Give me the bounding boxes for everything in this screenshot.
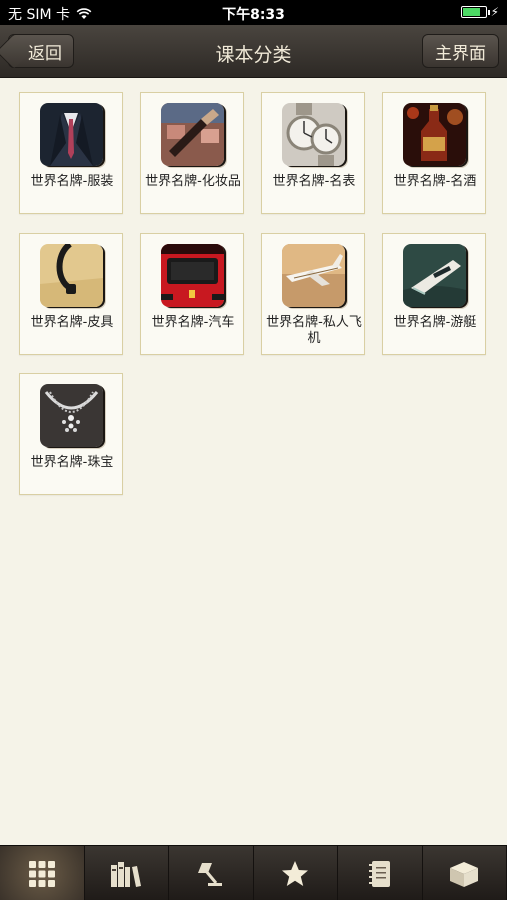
tab-bar [0,845,507,900]
grid-icon [28,860,55,887]
star-icon [282,860,309,886]
battery-indicator: ⚡ [460,5,499,19]
category-label: 世界名牌-服装 [30,174,114,189]
category-tile-leather[interactable]: 世界名牌-皮具 [19,233,123,355]
box-icon [450,861,479,887]
tab-favorites[interactable] [254,846,338,900]
category-tile-yachts[interactable]: 世界名牌-游艇 [382,233,486,355]
yacht-icon [403,244,466,307]
tab-categories[interactable] [0,846,85,900]
category-tile-watches[interactable]: 世界名牌-名表 [261,92,365,214]
tab-lamp[interactable] [169,846,254,900]
navigation-bar: 返回 课本分类 主界面 [0,25,507,78]
status-bar: 无 SIM 卡 下午8:33 ⚡ [0,0,507,25]
category-label: 世界名牌-皮具 [30,315,114,330]
car-icon [161,244,224,307]
liquor-icon [403,103,466,166]
category-tile-cars[interactable]: 世界名牌-汽车 [140,233,244,355]
battery-icon [460,6,490,18]
suit-icon [40,103,103,166]
notebook-icon [368,860,390,887]
category-label: 世界名牌-游艇 [393,315,477,330]
category-label: 世界名牌-珠宝 [30,455,114,470]
category-tile-liquor[interactable]: 世界名牌-名酒 [382,92,486,214]
category-label: 世界名牌-私人飞机 [266,315,362,346]
leather-bag-icon [40,244,103,307]
tab-notes[interactable] [338,846,423,900]
lamp-icon [197,862,222,886]
category-tile-cosmetics[interactable]: 世界名牌-化妆品 [140,92,244,214]
tab-bookshelf[interactable] [85,846,169,900]
category-tile-private-jets[interactable]: 世界名牌-私人飞机 [261,233,365,355]
home-button[interactable]: 主界面 [422,34,499,68]
tab-box[interactable] [423,846,507,900]
home-button-label: 主界面 [435,43,486,64]
category-tile-clothing[interactable]: 世界名牌-服装 [19,92,123,214]
category-label: 世界名牌-化妆品 [145,174,241,189]
watch-icon [282,103,345,166]
category-label: 世界名牌-名酒 [393,174,477,189]
jewelry-icon [40,384,103,447]
clock: 下午8:33 [222,7,285,23]
category-tile-jewelry[interactable]: 世界名牌-珠宝 [19,373,123,495]
charging-icon: ⚡ [490,5,499,19]
makeup-brush-icon [161,103,224,166]
category-label: 世界名牌-汽车 [151,315,235,330]
private-jet-icon [282,244,345,307]
category-label: 世界名牌-名表 [272,174,356,189]
bookshelf-icon [111,861,142,887]
